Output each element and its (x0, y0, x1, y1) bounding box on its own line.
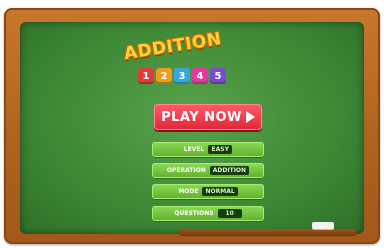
menu-value: 10 (217, 209, 242, 218)
play-now-label: PLAY NOW (161, 109, 242, 125)
menu-label: OPERATION (166, 167, 206, 174)
menu-button-questions[interactable]: QUESTIONS 10 (152, 206, 264, 221)
menu-value: ADDITION (209, 166, 250, 175)
menu-button-mode[interactable]: MODE NORMAL (152, 184, 264, 199)
menu-button-level[interactable]: LEVEL EASY (152, 142, 264, 157)
title-block-4: 4 (192, 68, 208, 84)
menu-value: NORMAL (202, 187, 238, 196)
title-number-blocks: 1 2 3 4 5 (138, 68, 226, 86)
chalk-ledge (180, 229, 356, 235)
title-block-3: 3 (174, 68, 190, 84)
play-triangle-icon (245, 111, 255, 123)
title-block-2: 2 (156, 68, 172, 84)
title-block-5: 5 (210, 68, 226, 84)
play-now-button[interactable]: PLAY NOW (154, 104, 262, 130)
menu-value: EASY (208, 145, 233, 154)
chalk-piece (312, 222, 334, 229)
title-block-1: 1 (138, 68, 154, 84)
menu-label: QUESTIONS (174, 210, 214, 217)
menu-button-operation[interactable]: OPERATION ADDITION (152, 163, 264, 178)
menu-label: MODE (178, 188, 199, 195)
menu-label: LEVEL (183, 146, 205, 153)
